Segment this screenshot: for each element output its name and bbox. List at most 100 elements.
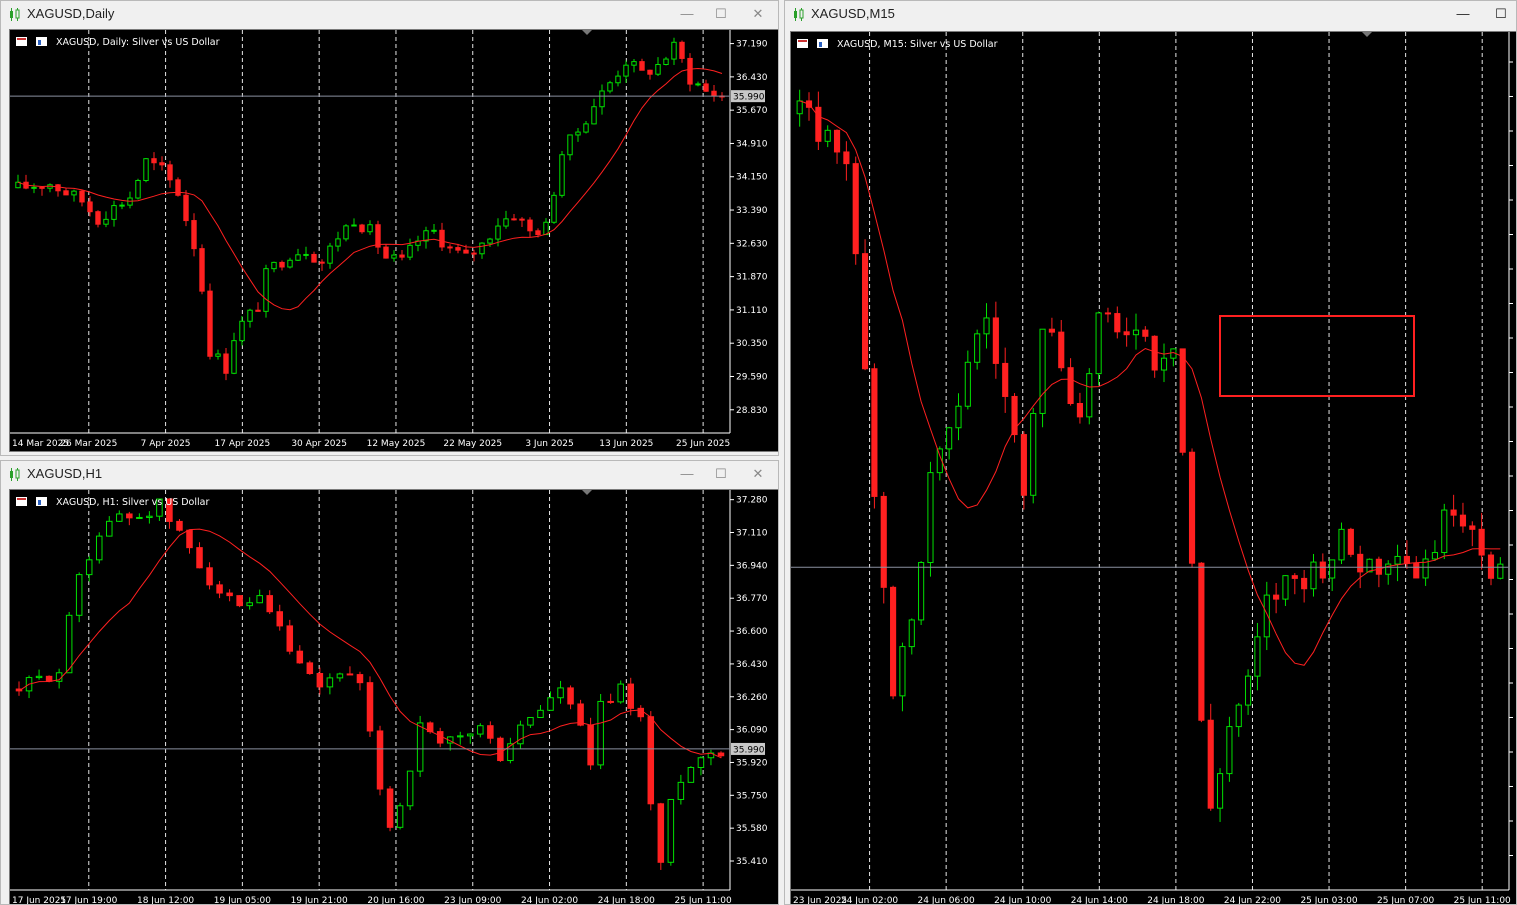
scroll-marker bbox=[582, 490, 592, 495]
candle-body bbox=[1413, 562, 1420, 579]
candle bbox=[439, 222, 445, 252]
candle-body bbox=[577, 703, 584, 726]
candle-body bbox=[327, 245, 333, 264]
y-tick-label: 36.940 bbox=[736, 561, 768, 571]
candle bbox=[1441, 503, 1448, 560]
candle-body bbox=[1188, 451, 1196, 564]
candle-body bbox=[671, 41, 677, 60]
candle bbox=[15, 174, 21, 189]
candle bbox=[477, 723, 484, 738]
candle bbox=[39, 186, 45, 196]
candle-body bbox=[191, 220, 197, 250]
trade-icon-bar bbox=[38, 40, 41, 45]
chart-header: XAGUSD, Daily: Silver vs US Dollar bbox=[16, 37, 220, 48]
candle-body bbox=[631, 61, 637, 66]
candle bbox=[1030, 407, 1037, 504]
candle-body bbox=[146, 515, 153, 518]
candle bbox=[1431, 540, 1439, 561]
candle bbox=[1179, 348, 1186, 456]
h1-chart[interactable]: 17 Jun 2025 17 Jun 19:00 18 Jun 12:00 19 Ju… bbox=[9, 489, 778, 905]
candle bbox=[1235, 702, 1242, 737]
candle bbox=[663, 56, 669, 66]
candle bbox=[279, 260, 285, 271]
candle-body bbox=[615, 75, 621, 84]
candle-body bbox=[1301, 577, 1308, 590]
candle bbox=[992, 301, 999, 379]
candle-body bbox=[697, 757, 705, 769]
candle bbox=[15, 681, 23, 696]
daily-window[interactable]: XAGUSD,Daily — ☐ ✕ 14 Mar 2025 26 Mar 202… bbox=[0, 0, 779, 456]
candle bbox=[583, 121, 589, 134]
y-tick-label: 35.580 bbox=[736, 824, 768, 834]
candle-body bbox=[1039, 328, 1046, 414]
candle bbox=[1020, 431, 1027, 510]
y-tick-label: 29.590 bbox=[736, 372, 768, 382]
minimize-button[interactable]: — bbox=[1453, 5, 1473, 23]
x-tick-label: 24 Jun 22:00 bbox=[1224, 896, 1281, 905]
daily-chart[interactable]: 14 Mar 2025 26 Mar 2025 7 Apr 2025 17 Apr 2… bbox=[9, 29, 778, 452]
candle-body bbox=[861, 253, 869, 370]
candle bbox=[537, 705, 544, 718]
candle bbox=[908, 618, 915, 655]
candle-body bbox=[1497, 563, 1504, 579]
y-tick-label: 28.830 bbox=[736, 406, 768, 416]
minimize-button[interactable]: — bbox=[677, 5, 697, 23]
candle-body bbox=[207, 290, 213, 357]
minimize-button[interactable]: — bbox=[677, 465, 697, 483]
candle-body bbox=[85, 559, 93, 576]
candle-body bbox=[1002, 362, 1009, 397]
candle bbox=[447, 244, 453, 254]
candle bbox=[1291, 573, 1298, 595]
maximize-button[interactable]: ☐ bbox=[1491, 5, 1511, 23]
candle bbox=[1123, 317, 1130, 347]
candle-body bbox=[1179, 348, 1186, 453]
close-button[interactable]: ✕ bbox=[748, 465, 768, 483]
daily-titlebar[interactable]: XAGUSD,Daily — ☐ ✕ bbox=[1, 1, 778, 28]
candle bbox=[351, 218, 357, 227]
candle-body bbox=[1114, 313, 1121, 333]
candle bbox=[687, 766, 695, 783]
candle bbox=[1487, 551, 1495, 586]
candle bbox=[527, 716, 534, 728]
m15-window[interactable]: XAGUSD,M15 — ☐ 23 Jun 2025 24 Jun 02:00 24… bbox=[784, 0, 1517, 905]
y-tick-label: 35.750 bbox=[736, 791, 768, 801]
h1-titlebar[interactable]: XAGUSD,H1 — ☐ ✕ bbox=[1, 461, 778, 488]
y-tick-label: 36.770 bbox=[736, 594, 768, 604]
candle bbox=[215, 349, 221, 360]
candle bbox=[1329, 559, 1336, 592]
candle-body bbox=[946, 427, 953, 450]
candle-body bbox=[143, 158, 149, 181]
candle bbox=[396, 802, 404, 830]
candle bbox=[927, 461, 934, 577]
candle bbox=[1170, 348, 1177, 367]
candle bbox=[383, 244, 389, 259]
y-tick-label: 37.280 bbox=[736, 496, 768, 506]
candle-body bbox=[1020, 434, 1027, 496]
candle-body bbox=[175, 179, 181, 196]
price-label: 35.990 bbox=[733, 93, 765, 103]
m15-titlebar[interactable]: XAGUSD,M15 — ☐ bbox=[785, 1, 1516, 28]
candle-body bbox=[535, 230, 541, 236]
maximize-button[interactable]: ☐ bbox=[711, 465, 731, 483]
x-tick-label: 23 Jun 09:00 bbox=[444, 896, 501, 905]
candle bbox=[852, 156, 859, 265]
h1-window[interactable]: XAGUSD,H1 — ☐ ✕ 17 Jun 2025 17 Jun 19:00 1… bbox=[0, 460, 779, 905]
x-tick-label: 7 Apr 2025 bbox=[141, 439, 191, 449]
close-button[interactable]: ✕ bbox=[748, 5, 768, 23]
candle-body bbox=[575, 131, 581, 136]
scroll-marker bbox=[1362, 32, 1372, 37]
candle bbox=[559, 151, 565, 198]
candle-body bbox=[955, 405, 962, 429]
maximize-button[interactable]: ☐ bbox=[711, 5, 731, 23]
candle-body bbox=[1291, 575, 1298, 579]
x-tick-label: 3 Jun 2025 bbox=[525, 439, 573, 449]
m15-chart[interactable]: 23 Jun 2025 24 Jun 02:00 24 Jun 06:00 24 Ju… bbox=[790, 31, 1516, 905]
candle-body bbox=[711, 90, 717, 97]
candle bbox=[95, 532, 103, 564]
candle-body bbox=[416, 722, 424, 772]
candle-body bbox=[627, 683, 634, 709]
candle-body bbox=[479, 242, 485, 255]
candle-body bbox=[456, 735, 464, 738]
candle-body bbox=[1478, 528, 1485, 556]
candle-body bbox=[199, 248, 205, 292]
